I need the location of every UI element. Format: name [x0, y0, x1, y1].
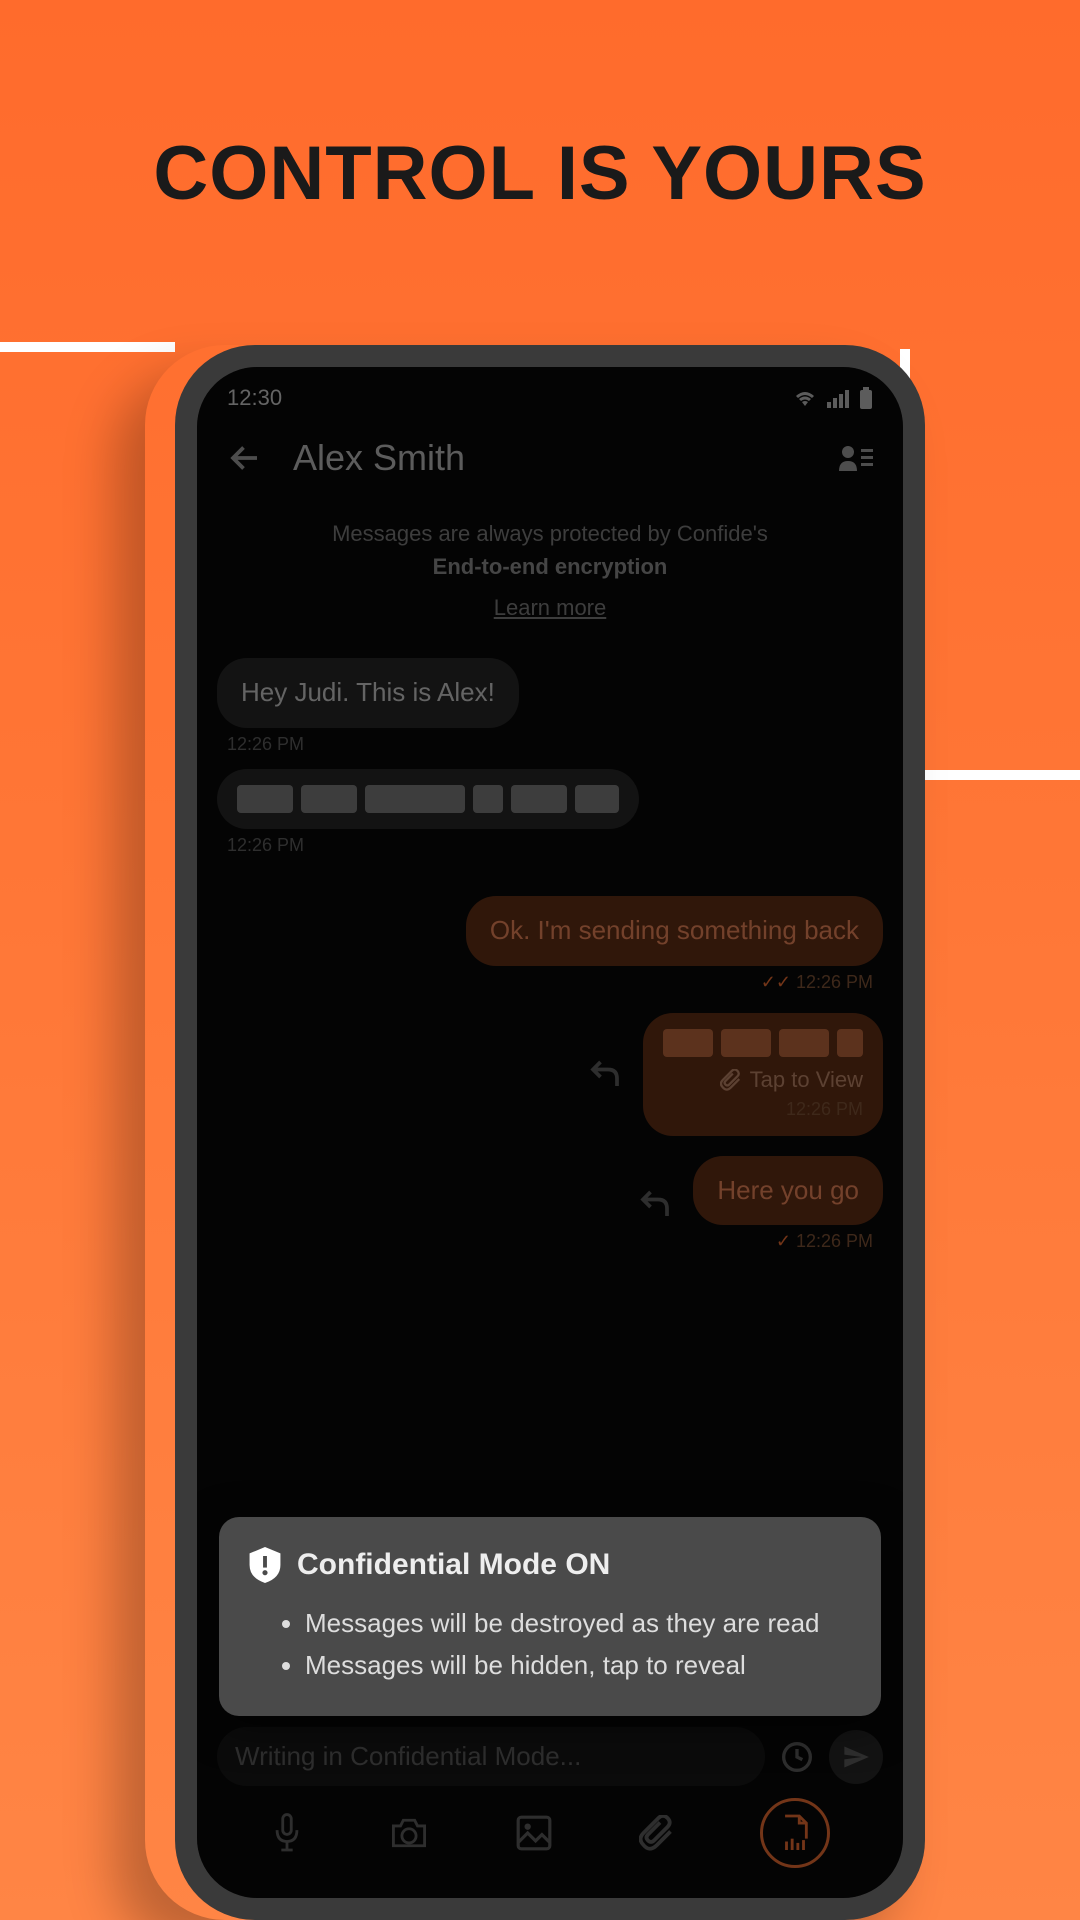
message-time: ✓ 12:26 PM	[693, 1231, 883, 1252]
app-header: Alex Smith	[197, 419, 903, 497]
message-input[interactable]: Writing in Confidential Mode...	[217, 1727, 765, 1786]
message-list: Hey Judi. This is Alex! 12:26 PM 12:26 P…	[197, 634, 903, 1262]
status-icons	[793, 387, 873, 409]
tap-to-view-bubble[interactable]: Tap to View 12:26 PM	[643, 1013, 883, 1136]
phone-screen: 12:30 Alex Smith Messages are always pro…	[197, 367, 903, 1898]
paperclip-icon	[720, 1069, 742, 1091]
attachment-toolbar	[197, 1782, 903, 1884]
microphone-icon[interactable]	[270, 1813, 304, 1853]
page-headline: CONTROL IS YOURS	[0, 0, 1080, 217]
timer-icon[interactable]	[781, 1741, 813, 1773]
popup-bullet: Messages will be destroyed as they are r…	[305, 1603, 851, 1645]
popup-bullet: Messages will be hidden, tap to reveal	[305, 1645, 851, 1687]
back-button[interactable]	[227, 440, 263, 476]
encryption-bold: End-to-end encryption	[433, 554, 668, 579]
contact-menu-button[interactable]	[839, 443, 873, 473]
gallery-icon[interactable]	[515, 1814, 553, 1852]
message-outgoing: Here you go ✓ 12:26 PM	[217, 1156, 883, 1253]
learn-more-link[interactable]: Learn more	[494, 591, 607, 624]
redacted-block	[237, 785, 293, 813]
redacted-bubble	[217, 769, 639, 829]
signal-icon	[827, 388, 849, 408]
popup-title: Confidential Mode ON	[297, 1548, 610, 1582]
send-button[interactable]	[829, 1730, 883, 1784]
message-bubble: Ok. I'm sending something back	[466, 896, 883, 966]
message-time: 12:26 PM	[663, 1099, 863, 1120]
phone-frame: 12:30 Alex Smith Messages are always pro…	[175, 345, 925, 1920]
decor-line	[905, 770, 1080, 780]
message-bubble[interactable]: Here you go	[693, 1156, 883, 1226]
redacted-block	[575, 785, 619, 813]
message-incoming[interactable]: Hey Judi. This is Alex! 12:26 PM	[217, 658, 750, 755]
camera-icon[interactable]	[389, 1816, 429, 1850]
read-check-icon: ✓	[776, 1231, 791, 1251]
message-outgoing[interactable]: Ok. I'm sending something back ✓✓ 12:26 …	[284, 896, 883, 993]
message-bubble: Hey Judi. This is Alex!	[217, 658, 519, 728]
confidential-mode-popup: Confidential Mode ON Messages will be de…	[219, 1517, 881, 1716]
message-incoming-hidden[interactable]: 12:26 PM	[217, 769, 750, 856]
encryption-text: Messages are always protected by Confide…	[332, 521, 768, 546]
status-time: 12:30	[227, 385, 282, 411]
message-time: 12:26 PM	[217, 734, 750, 755]
redacted-block	[511, 785, 567, 813]
tap-to-view-label: Tap to View	[750, 1067, 863, 1093]
attachment-icon[interactable]	[639, 1815, 675, 1851]
redacted-block	[663, 1029, 713, 1057]
confidential-mode-icon[interactable]	[760, 1798, 830, 1868]
battery-icon	[859, 387, 873, 409]
shield-alert-icon	[249, 1547, 281, 1583]
decor-line	[0, 342, 175, 352]
read-check-icon: ✓✓	[761, 972, 791, 992]
redacted-block	[473, 785, 503, 813]
reply-icon[interactable]	[587, 1056, 623, 1092]
status-bar: 12:30	[197, 367, 903, 419]
redacted-block	[301, 785, 357, 813]
encryption-banner: Messages are always protected by Confide…	[197, 497, 903, 634]
reply-icon[interactable]	[637, 1186, 673, 1222]
message-outgoing-attachment: Tap to View 12:26 PM	[217, 1013, 883, 1136]
wifi-icon	[793, 388, 817, 408]
redacted-block	[365, 785, 465, 813]
redacted-block	[837, 1029, 863, 1057]
redacted-block	[779, 1029, 829, 1057]
message-time: 12:26 PM	[217, 835, 750, 856]
message-time: ✓✓ 12:26 PM	[284, 972, 883, 993]
redacted-block	[721, 1029, 771, 1057]
contact-name: Alex Smith	[293, 437, 809, 479]
